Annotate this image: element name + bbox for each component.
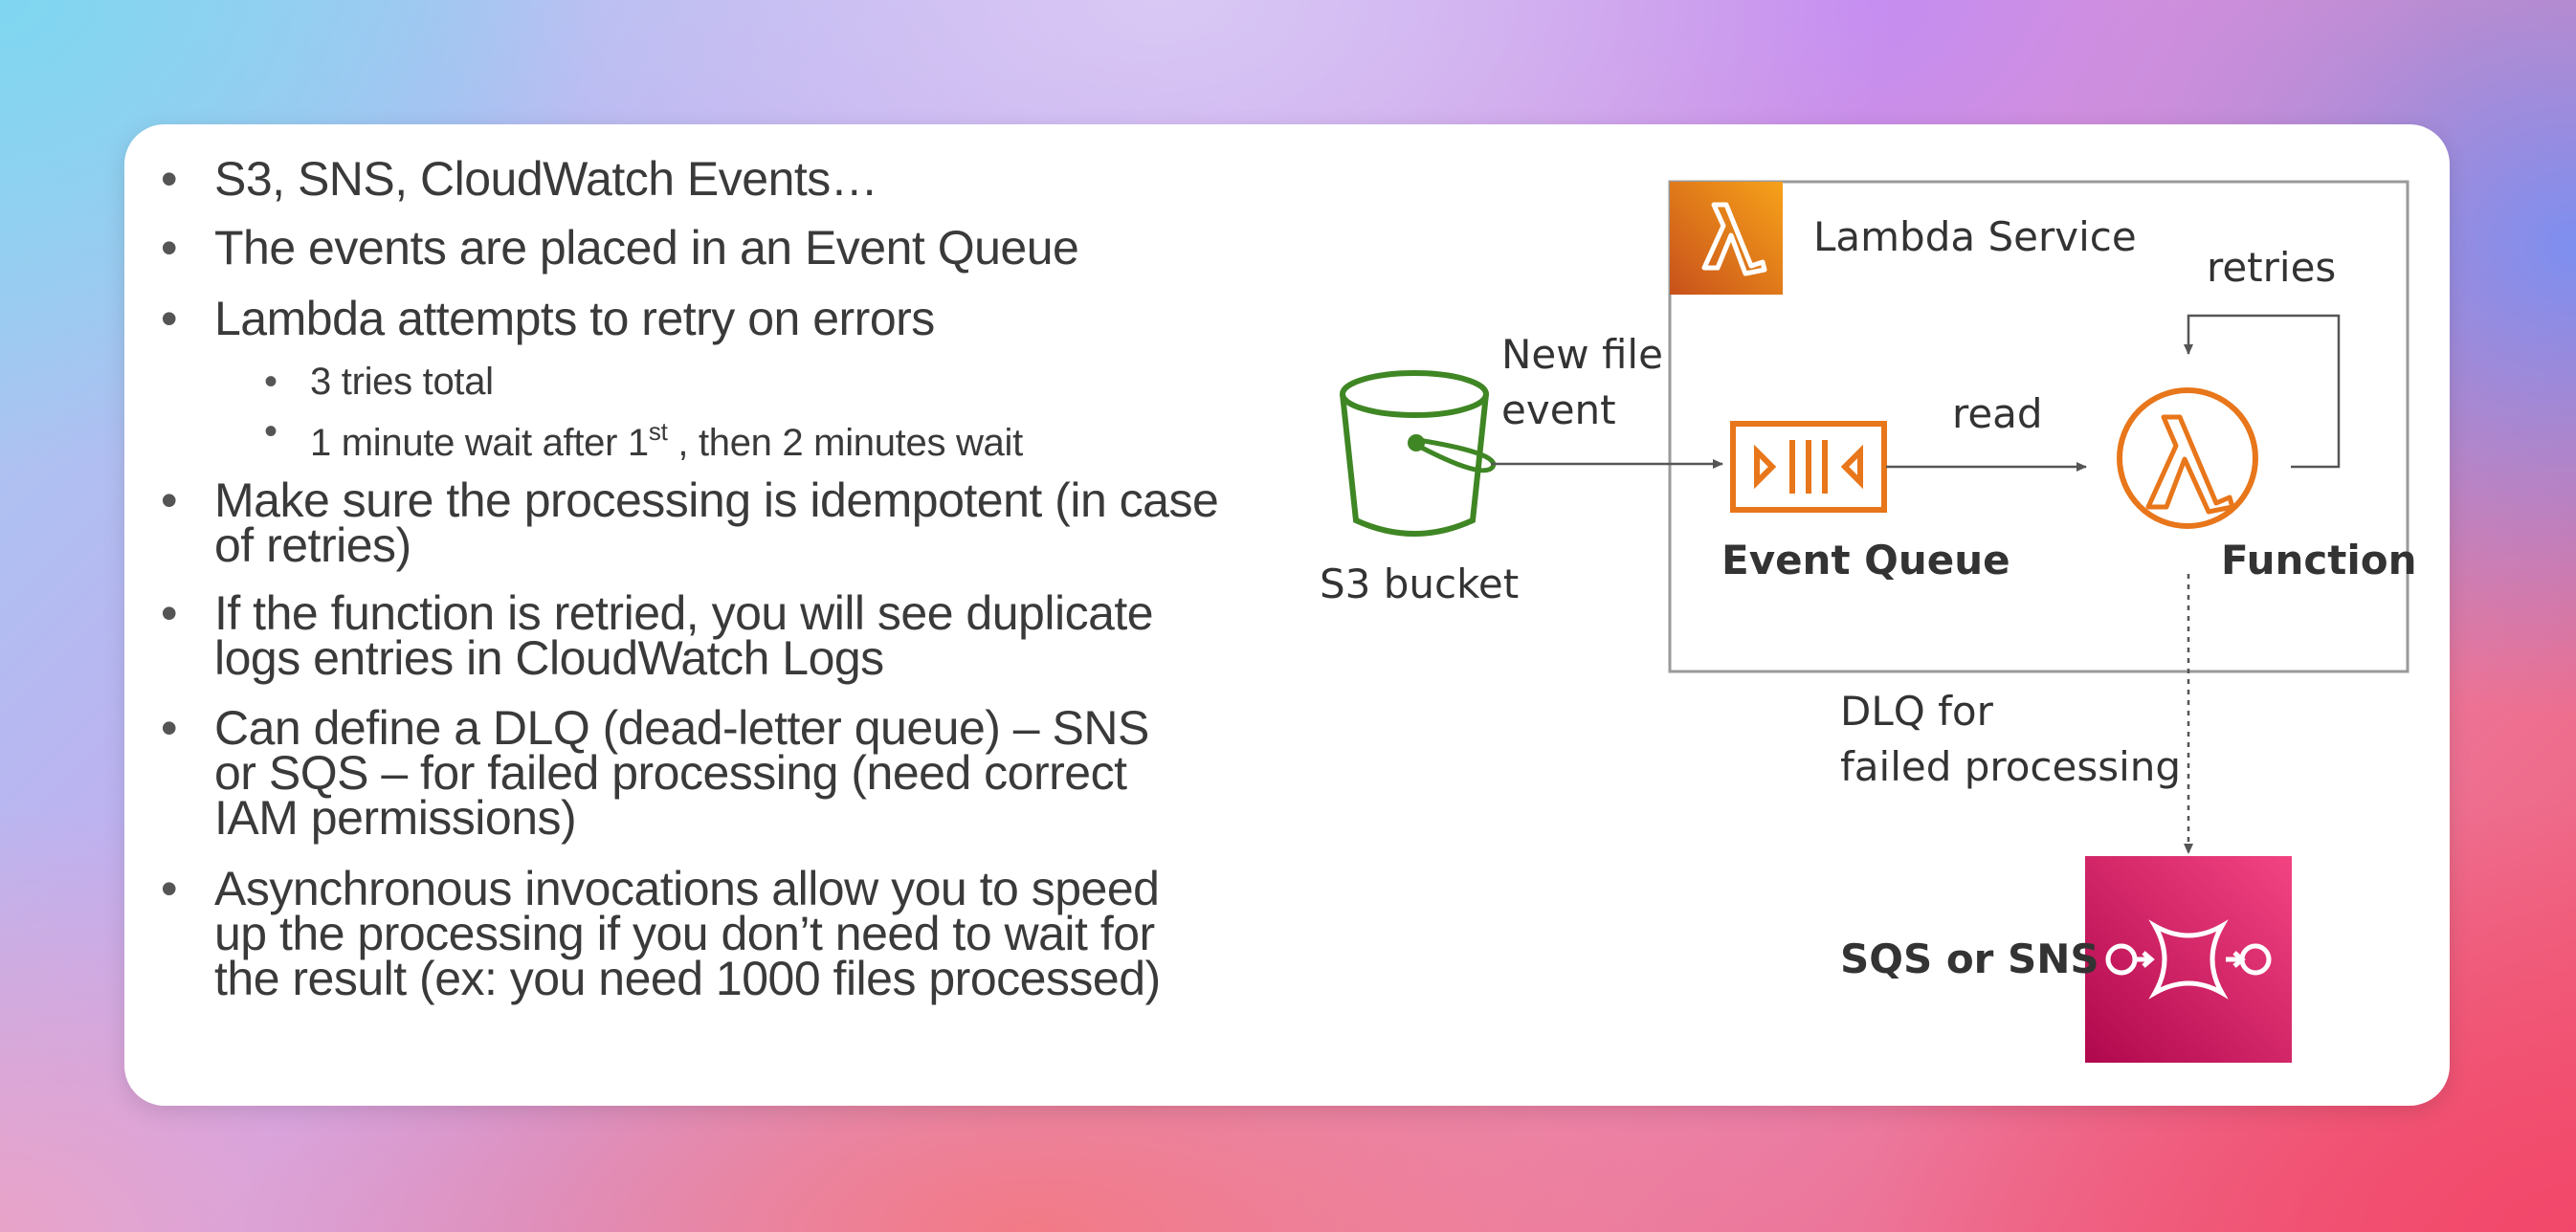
read-label: read xyxy=(1952,390,2043,437)
diagram-canvas xyxy=(1340,180,2409,1063)
lambda-function-icon xyxy=(2117,387,2258,529)
new-file-event-label: New file event xyxy=(1501,331,1663,433)
sqs-sns-label: SQS or SNS xyxy=(1840,935,2099,982)
event-queue-icon xyxy=(1730,421,1887,513)
sqs-sns-icon xyxy=(2085,856,2292,1063)
retries-label: retries xyxy=(2207,244,2337,291)
lambda-async-diagram: Lambda Service retries New file event rea… xyxy=(124,124,2450,1106)
retries-arrow xyxy=(2184,314,2341,469)
s3-bucket-label: S3 bucket xyxy=(1320,561,1520,607)
lambda-icon xyxy=(1670,182,1783,295)
dlq-label: DLQ for failed processing xyxy=(1840,688,2182,790)
lambda-service-label: Lambda Service xyxy=(1813,213,2137,260)
event-queue-label: Event Queue xyxy=(1721,537,2010,583)
slide-card: S3, SNS, CloudWatch Events… The events a… xyxy=(124,124,2450,1106)
s3-bucket-icon xyxy=(1340,370,1497,537)
function-label: Function xyxy=(2221,537,2417,583)
